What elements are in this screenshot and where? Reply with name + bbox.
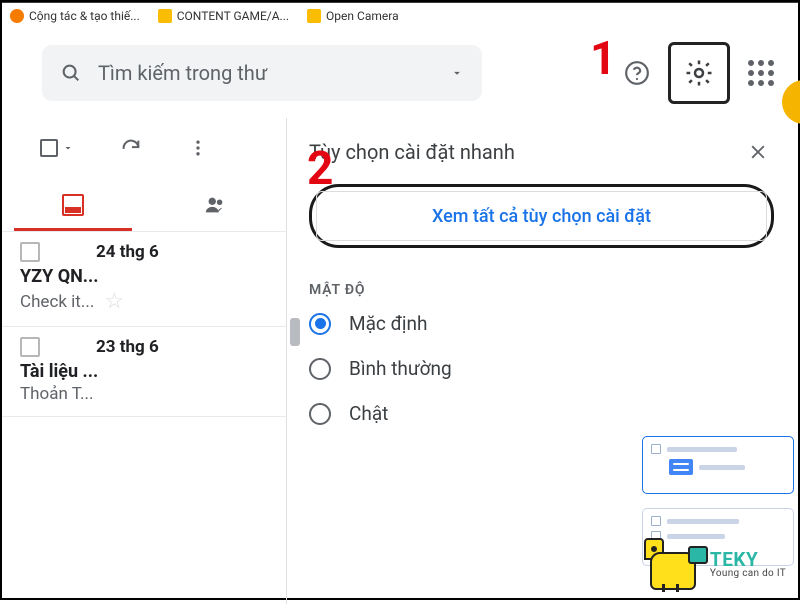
density-option-comfortable[interactable]: Bình thường — [309, 357, 774, 380]
folder-icon — [158, 9, 172, 23]
brand-name: TEKY — [710, 550, 786, 569]
bookmarks-bar: Cộng tác & tạo thiế... CONTENT GAME/A...… — [2, 2, 798, 28]
duck-icon — [644, 538, 702, 590]
search-placeholder: Tìm kiếm trong thư — [98, 61, 434, 85]
people-icon — [202, 194, 228, 216]
bookmark-label: Open Camera — [326, 9, 399, 23]
help-button[interactable] — [616, 52, 658, 94]
see-all-settings-button[interactable]: Xem tất cả tùy chọn cài đặt — [316, 191, 767, 241]
search-icon — [60, 62, 82, 84]
main: 24 thg 6 YZY QN... Check it... ☆ 23 thg … — [2, 118, 798, 604]
help-icon — [624, 60, 650, 86]
see-all-highlight: Xem tất cả tùy chọn cài đặt — [309, 184, 774, 248]
search-box[interactable]: Tìm kiếm trong thư — [42, 45, 482, 101]
tab-primary[interactable] — [2, 178, 144, 231]
mail-checkbox[interactable] — [20, 337, 40, 357]
brand-logo: TEKY Young can do IT — [644, 538, 786, 590]
mail-subject: Check it... — [20, 292, 94, 312]
gear-icon — [684, 58, 714, 88]
quick-settings-panel: Tùy chọn cài đặt nhanh Xem tất cả tùy ch… — [287, 118, 798, 604]
radio-icon — [309, 403, 331, 425]
panel-title: Tùy chọn cài đặt nhanh — [309, 140, 515, 164]
brand-tagline: Young can do IT — [710, 569, 786, 579]
mail-sender: YZY QN... — [20, 266, 268, 287]
bookmark-item[interactable]: Cộng tác & tạo thiế... — [10, 9, 140, 23]
checkbox-icon — [40, 139, 58, 157]
bookmark-label: Cộng tác & tạo thiế... — [29, 9, 140, 23]
star-icon[interactable]: ☆ — [104, 289, 124, 314]
bookmark-icon — [10, 9, 24, 23]
inbox-icon — [62, 194, 84, 216]
mail-subject: Thoản T... — [20, 384, 94, 404]
settings-button[interactable] — [668, 42, 730, 104]
density-preview — [642, 436, 794, 494]
density-option-default[interactable]: Mặc định — [309, 312, 774, 335]
annotation-2: 2 — [307, 142, 333, 196]
bookmark-label: CONTENT GAME/A... — [177, 9, 289, 23]
mail-item[interactable]: 23 thg 6 Tài liệu ... Thoản T... — [2, 327, 286, 417]
refresh-icon[interactable] — [120, 137, 142, 159]
density-option-compact[interactable]: Chật — [309, 402, 774, 425]
mail-date: 24 thg 6 — [96, 242, 159, 262]
mail-checkbox[interactable] — [20, 242, 40, 262]
select-all[interactable] — [40, 139, 74, 157]
density-label: Chật — [349, 402, 388, 425]
bookmark-item[interactable]: CONTENT GAME/A... — [158, 9, 289, 23]
category-tabs — [2, 178, 286, 232]
mail-toolbar — [2, 118, 286, 178]
header: Tìm kiếm trong thư — [2, 28, 798, 118]
radio-selected-icon — [309, 313, 331, 335]
density-section-label: MẬT ĐỘ — [309, 282, 774, 298]
mail-date: 23 thg 6 — [96, 337, 159, 357]
dropdown-icon[interactable] — [450, 66, 464, 80]
chevron-down-icon — [62, 142, 74, 154]
annotation-1: 1 — [590, 32, 616, 86]
radio-icon — [309, 358, 331, 380]
folder-icon — [307, 9, 321, 23]
apps-grid-icon — [748, 60, 774, 86]
more-icon[interactable] — [188, 138, 208, 158]
density-label: Mặc định — [349, 312, 428, 335]
mail-sender: Tài liệu ... — [20, 361, 268, 382]
apps-button[interactable] — [740, 52, 782, 94]
bookmark-item[interactable]: Open Camera — [307, 9, 399, 23]
mail-item[interactable]: 24 thg 6 YZY QN... Check it... ☆ — [2, 232, 286, 327]
close-icon — [748, 142, 768, 162]
close-button[interactable] — [742, 136, 774, 168]
mail-list-pane: 24 thg 6 YZY QN... Check it... ☆ 23 thg … — [2, 118, 287, 604]
tab-social[interactable] — [144, 178, 286, 231]
density-label: Bình thường — [349, 357, 452, 380]
